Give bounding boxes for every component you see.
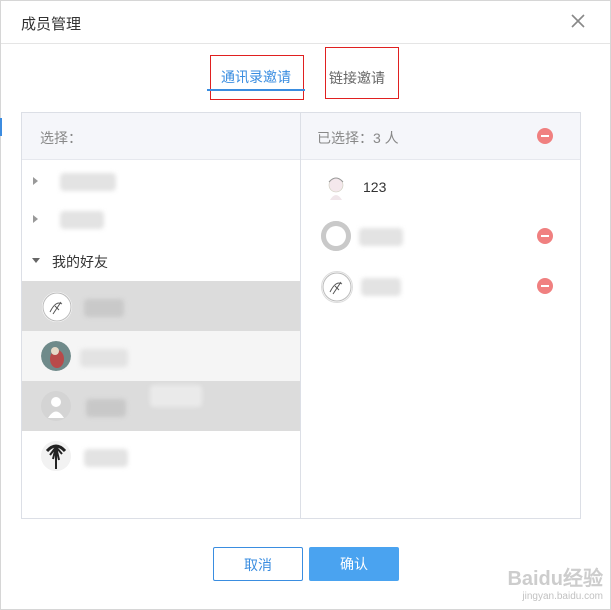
member-picker-panel: 选择： 我的好友 已选择：3 人 123 bbox=[21, 112, 581, 519]
avatar bbox=[41, 391, 71, 421]
candidate-column-header: 选择： bbox=[22, 113, 300, 160]
redacted-name bbox=[80, 349, 128, 367]
cancel-button[interactable]: 取消 bbox=[213, 547, 303, 581]
group-my-friends-label: 我的好友 bbox=[52, 254, 108, 270]
selected-member bbox=[301, 212, 580, 260]
selected-count: 已选择：3 人 bbox=[317, 130, 399, 146]
friend-row[interactable] bbox=[22, 431, 300, 481]
confirm-button[interactable]: 确认 bbox=[309, 547, 399, 581]
active-tab-underline bbox=[207, 89, 305, 91]
redacted-name bbox=[359, 228, 403, 246]
watermark: Baidu经验 jingyan.baidu.com bbox=[507, 562, 603, 602]
group-collapsed-2[interactable] bbox=[22, 203, 300, 237]
redacted-name bbox=[86, 399, 126, 417]
avatar bbox=[321, 172, 351, 202]
group-collapsed-1[interactable] bbox=[22, 165, 300, 199]
dialog-header: 成员管理 bbox=[1, 1, 610, 44]
remove-member-icon[interactable] bbox=[537, 278, 553, 294]
background-accent-mark bbox=[0, 118, 2, 136]
avatar bbox=[41, 341, 71, 371]
tab-contacts-invite[interactable]: 通讯录邀请 bbox=[210, 55, 304, 100]
avatar bbox=[41, 291, 73, 323]
candidate-column: 选择： 我的好友 bbox=[22, 113, 301, 518]
selected-member bbox=[301, 262, 580, 310]
caret-right-icon bbox=[33, 177, 38, 185]
caret-right-icon bbox=[33, 215, 38, 223]
selected-column: 已选择：3 人 123 bbox=[301, 113, 580, 518]
tab-link-invite[interactable]: 链接邀请 bbox=[325, 47, 399, 99]
caret-down-icon bbox=[32, 258, 40, 263]
watermark-brand: Baidu经验 bbox=[507, 568, 603, 590]
dialog-title: 成员管理 bbox=[21, 16, 82, 33]
avatar bbox=[321, 271, 353, 303]
candidate-header-label: 选择： bbox=[40, 130, 82, 146]
tab-contacts-invite-label: 通讯录邀请 bbox=[221, 69, 291, 85]
selected-member-name: 123 bbox=[363, 179, 387, 195]
redacted-tooltip bbox=[150, 385, 202, 407]
group-my-friends[interactable]: 我的好友 bbox=[22, 244, 300, 278]
watermark-url: jingyan.baidu.com bbox=[522, 591, 603, 602]
redacted-name bbox=[84, 449, 128, 467]
redacted-group-name bbox=[60, 173, 116, 191]
avatar bbox=[321, 221, 351, 251]
selected-member: 123 bbox=[301, 163, 580, 211]
redacted-name bbox=[84, 299, 124, 317]
friend-row[interactable] bbox=[22, 331, 300, 381]
avatar bbox=[41, 441, 71, 471]
tab-link-invite-label: 链接邀请 bbox=[329, 70, 385, 86]
friend-row[interactable] bbox=[22, 381, 300, 431]
redacted-group-name bbox=[60, 211, 104, 229]
remove-all-icon[interactable] bbox=[537, 128, 553, 144]
selected-column-header: 已选择：3 人 bbox=[301, 113, 580, 160]
redacted-name bbox=[361, 278, 401, 296]
remove-member-icon[interactable] bbox=[537, 228, 553, 244]
close-icon[interactable] bbox=[568, 11, 588, 31]
friend-row[interactable] bbox=[22, 281, 300, 331]
